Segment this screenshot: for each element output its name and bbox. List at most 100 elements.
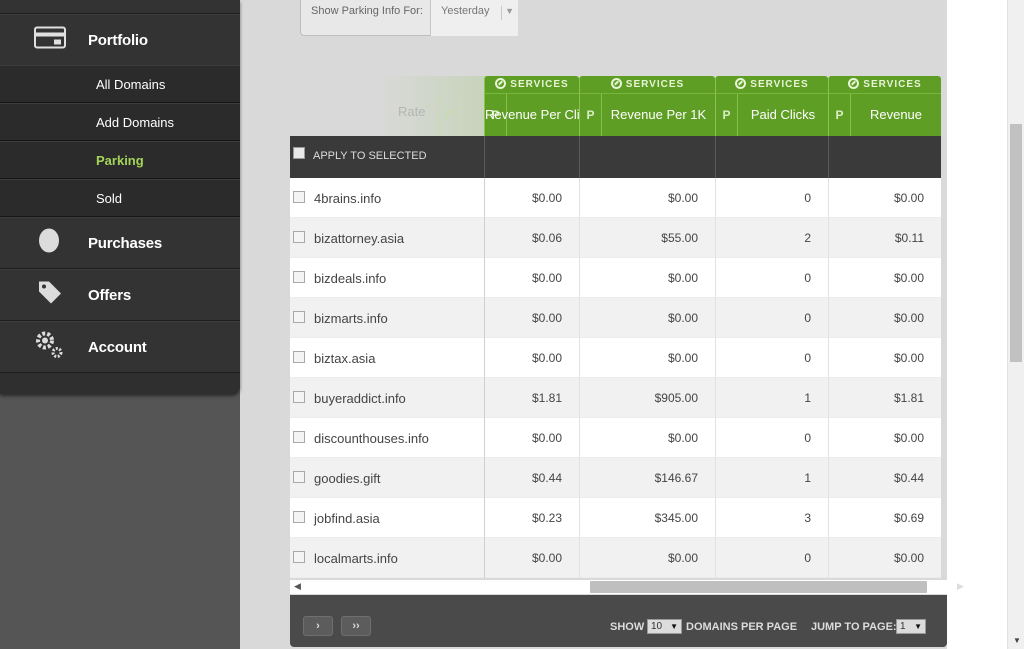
portfolio-card-icon: [34, 26, 66, 54]
column-divider: [715, 136, 716, 178]
column-header-revenue-per-1k[interactable]: SERVICES P Revenue Per 1K: [579, 76, 715, 136]
next-page-button[interactable]: ›: [303, 616, 333, 636]
row-checkbox[interactable]: [293, 471, 305, 483]
row-checkbox[interactable]: [293, 311, 305, 323]
column-divider: [715, 458, 716, 498]
per-page-select[interactable]: 10 ▼: [647, 619, 682, 634]
column-divider: [579, 538, 580, 578]
select-all-checkbox[interactable]: [293, 147, 305, 159]
table-row: jobfind.asia $0.23 $345.00 3 $0.69: [290, 498, 941, 538]
row-checkbox[interactable]: [293, 191, 305, 203]
table-row: discounthouses.info $0.00 $0.00 0 $0.00: [290, 418, 941, 458]
apply-to-selected-row: APPLY TO SELECTED: [290, 136, 941, 178]
row-checkbox[interactable]: [293, 511, 305, 523]
vertical-scroll-thumb[interactable]: [1010, 124, 1022, 362]
row-checkbox[interactable]: [293, 271, 305, 283]
column-divider: [484, 418, 485, 458]
column-divider: [579, 298, 580, 338]
row-checkbox[interactable]: [293, 431, 305, 443]
column-header-paid-clicks[interactable]: SERVICES P Paid Clicks: [715, 76, 828, 136]
cell-rp1k: $0.00: [667, 551, 698, 565]
sidebar-subitem-parking[interactable]: Parking: [0, 141, 240, 179]
domain-name[interactable]: jobfind.asia: [314, 511, 380, 526]
p-marker: P: [716, 94, 738, 136]
domain-name[interactable]: bizdeals.info: [314, 271, 386, 286]
sidebar-item-portfolio[interactable]: Portfolio: [0, 14, 240, 66]
column-title: Revenue: [869, 107, 923, 122]
column-divider: [828, 418, 829, 458]
vertical-scrollbar[interactable]: ▼: [1007, 0, 1024, 649]
cell-revenue: $0.00: [893, 431, 924, 445]
table-row: biztax.asia $0.00 $0.00 0 $0.00: [290, 338, 941, 378]
sidebar-item-label: Purchases: [88, 234, 163, 252]
scroll-right-arrow-icon[interactable]: ▶: [957, 581, 964, 592]
row-checkbox[interactable]: [293, 351, 305, 363]
table-row: goodies.gift $0.44 $146.67 1 $0.44: [290, 458, 941, 498]
domain-name[interactable]: discounthouses.info: [314, 431, 429, 446]
column-divider: [484, 178, 485, 218]
egg-icon: [38, 228, 60, 259]
column-divider: [715, 378, 716, 418]
column-divider: [828, 458, 829, 498]
cell-rp1k: $345.00: [654, 511, 698, 525]
cell-rp1k: $0.00: [667, 311, 698, 325]
column-title: Revenue Per Click: [485, 107, 593, 122]
faded-p-marker: P: [438, 94, 460, 136]
column-divider: [484, 458, 485, 498]
jump-to-page-select[interactable]: 1 ▼: [896, 619, 926, 634]
sidebar-item-account[interactable]: Account: [0, 321, 240, 373]
no-services-icon: [735, 78, 747, 89]
row-checkbox[interactable]: [293, 231, 305, 243]
scroll-down-arrow-icon[interactable]: ▼: [1013, 636, 1021, 645]
main-content: Show Parking Info For: Yesterday ▼ Rate …: [290, 0, 964, 649]
row-checkbox[interactable]: [293, 551, 305, 563]
cell-clicks: 3: [804, 511, 811, 525]
sidebar-panel: Portfolio All Domains Add Domains Parkin…: [0, 0, 240, 394]
domain-name[interactable]: localmarts.info: [314, 551, 398, 566]
domain-name[interactable]: buyeraddict.info: [314, 391, 406, 406]
domain-name[interactable]: goodies.gift: [314, 471, 381, 486]
cell-rp1k: $0.00: [667, 191, 698, 205]
last-page-button[interactable]: ››: [341, 616, 371, 636]
sidebar-item-partial[interactable]: [0, 0, 240, 14]
cell-rp1k: $0.00: [667, 431, 698, 445]
column-divider: [828, 298, 829, 338]
sidebar-item-purchases[interactable]: Purchases: [0, 217, 240, 269]
sidebar-subitem-all-domains[interactable]: All Domains: [0, 65, 240, 103]
column-divider: [828, 498, 829, 538]
services-label: SERVICES: [829, 76, 941, 94]
sidebar-subitem-label: All Domains: [96, 77, 166, 92]
pagination-bar: › ›› SHOW 10 ▼ DOMAINS PER PAGE JUMP TO …: [290, 595, 947, 647]
cell-revenue: $0.00: [893, 551, 924, 565]
column-divider: [715, 218, 716, 258]
cell-rpc: $0.06: [531, 231, 562, 245]
domain-name[interactable]: bizmarts.info: [314, 311, 388, 326]
period-select[interactable]: Yesterday ▼: [430, 0, 518, 36]
horizontal-scroll-thumb[interactable]: [590, 581, 927, 593]
no-services-icon: [610, 78, 622, 89]
domain-name[interactable]: bizattorney.asia: [314, 231, 404, 246]
cell-revenue: $0.00: [893, 311, 924, 325]
horizontal-scrollbar[interactable]: ◀ ▶: [290, 580, 964, 594]
domain-name[interactable]: 4brains.info: [314, 191, 381, 206]
row-checkbox[interactable]: [293, 391, 305, 403]
column-divider: [579, 218, 580, 258]
scroll-left-arrow-icon[interactable]: ◀: [294, 581, 301, 592]
column-divider: [715, 178, 716, 218]
cell-rpc: $0.23: [531, 511, 562, 525]
p-marker: P: [829, 94, 851, 136]
column-divider: [484, 218, 485, 258]
cell-rpc: $0.00: [531, 311, 562, 325]
column-header-revenue-per-click[interactable]: SERVICES P Revenue Per Click: [484, 76, 593, 136]
sidebar-subitem-sold[interactable]: Sold: [0, 179, 240, 217]
domain-name[interactable]: biztax.asia: [314, 351, 375, 366]
services-label: SERVICES: [716, 76, 828, 94]
column-divider: [828, 218, 829, 258]
sidebar-item-offers[interactable]: Offers: [0, 269, 240, 321]
column-header-revenue[interactable]: SERVICES P Revenue: [828, 76, 941, 136]
cell-rpc: $0.44: [531, 471, 562, 485]
jump-to-page-label: JUMP TO PAGE:: [811, 621, 897, 633]
cell-rpc: $0.00: [531, 191, 562, 205]
sidebar-item-label: Account: [88, 338, 147, 356]
sidebar-subitem-add-domains[interactable]: Add Domains: [0, 103, 240, 141]
